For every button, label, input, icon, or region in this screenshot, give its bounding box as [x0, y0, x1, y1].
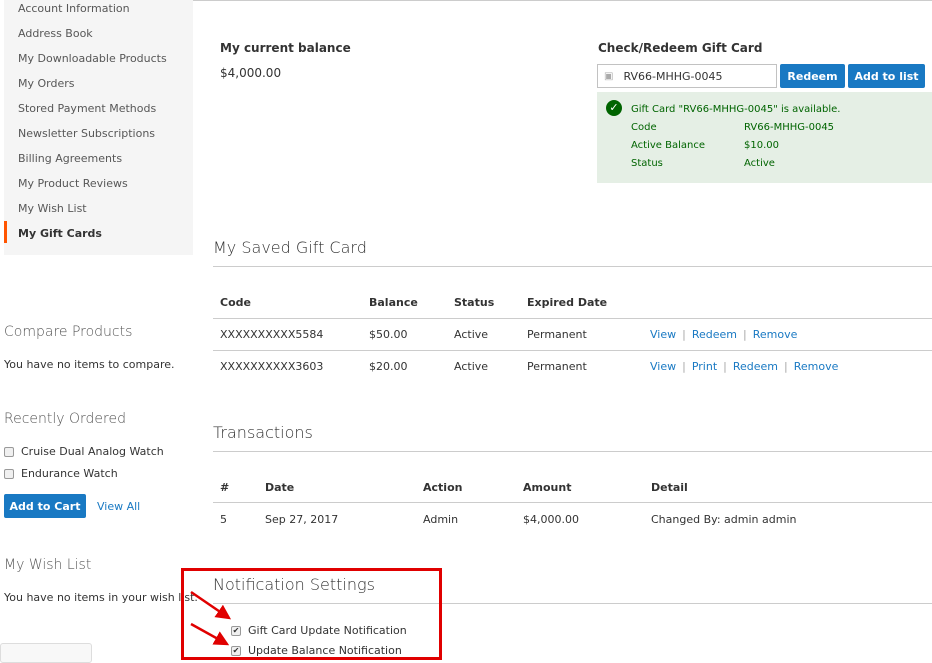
nav-account-information[interactable]: Account Information: [18, 2, 130, 15]
recent-item-label: Endurance Watch: [21, 467, 118, 480]
transactions-title: Transactions: [213, 423, 313, 442]
row-actions: View | Redeem | Remove: [650, 328, 798, 341]
col-header: Code: [220, 296, 251, 309]
col-header: Date: [265, 481, 295, 494]
cell-id: 5: [220, 513, 227, 526]
cell-amount: $4,000.00: [523, 513, 579, 526]
view-all-link[interactable]: View All: [97, 500, 140, 513]
nav-my-orders[interactable]: My Orders: [18, 77, 75, 90]
recent-item: Cruise Dual Analog Watch: [4, 445, 164, 458]
gift-code-input[interactable]: ▣ RV66-MHHG-0045: [597, 64, 777, 88]
nav-billing-agreements[interactable]: Billing Agreements: [18, 152, 122, 165]
cell-expired: Permanent: [527, 328, 587, 341]
nav-downloadable-products[interactable]: My Downloadable Products: [18, 52, 167, 65]
col-header: #: [220, 481, 230, 494]
msg-label: Status: [631, 158, 663, 169]
recently-ordered-title: Recently Ordered: [4, 411, 126, 427]
remove-link[interactable]: Remove: [753, 328, 798, 341]
checkbox[interactable]: [4, 446, 14, 457]
recent-item-label: Cruise Dual Analog Watch: [21, 445, 164, 458]
active-indicator: [4, 221, 7, 243]
nav-wish-list[interactable]: My Wish List: [18, 202, 87, 215]
cell-code: XXXXXXXXXX3603: [220, 360, 324, 373]
redeem-link[interactable]: Redeem: [733, 360, 778, 373]
wishlist-empty: You have no items in your wish list.: [4, 591, 198, 604]
account-nav: Account Information Address Book My Down…: [4, 0, 193, 255]
nav-newsletter[interactable]: Newsletter Subscriptions: [18, 127, 155, 140]
view-link[interactable]: View: [650, 328, 676, 341]
divider: [213, 318, 932, 319]
print-link[interactable]: Print: [692, 360, 717, 373]
col-header: Expired Date: [527, 296, 608, 309]
top-divider: [193, 0, 932, 1]
row-actions: View | Print | Redeem | Remove: [650, 360, 839, 373]
add-to-list-button[interactable]: Add to list: [848, 64, 925, 88]
cell-status: Active: [454, 360, 489, 373]
arrow-icons: [190, 590, 232, 646]
cell-balance: $50.00: [369, 328, 408, 341]
divider: [213, 451, 932, 452]
message-text: Gift Card "RV66-MHHG-0045" is available.: [631, 104, 841, 115]
col-header: Action: [423, 481, 463, 494]
success-message: ✓ Gift Card "RV66-MHHG-0045" is availabl…: [597, 92, 932, 183]
divider: [213, 502, 932, 503]
recent-item: Endurance Watch: [4, 467, 118, 480]
col-header: Detail: [651, 481, 688, 494]
msg-label: Active Balance: [631, 140, 705, 151]
arrow-icon: [190, 622, 230, 646]
nav-product-reviews[interactable]: My Product Reviews: [18, 177, 128, 190]
nav-stored-payment[interactable]: Stored Payment Methods: [18, 102, 156, 115]
add-to-cart-button[interactable]: Add to Cart: [4, 494, 86, 518]
compare-title: Compare Products: [4, 324, 133, 340]
view-link[interactable]: View: [650, 360, 676, 373]
checkbox[interactable]: [4, 468, 14, 479]
col-header: Balance: [369, 296, 418, 309]
cell-date: Sep 27, 2017: [265, 513, 339, 526]
remove-link[interactable]: Remove: [794, 360, 839, 373]
wishlist-title: My Wish List: [4, 557, 92, 573]
check-title: Check/Redeem Gift Card: [598, 41, 763, 55]
saved-title: My Saved Gift Card: [213, 238, 367, 257]
col-header: Amount: [523, 481, 572, 494]
msg-value: $10.00: [744, 140, 779, 151]
nav-address-book[interactable]: Address Book: [18, 27, 93, 40]
cell-expired: Permanent: [527, 360, 587, 373]
bottom-widget: [0, 643, 92, 663]
nav-gift-cards[interactable]: My Gift Cards: [18, 227, 102, 240]
divider: [213, 266, 932, 267]
col-header: Status: [454, 296, 495, 309]
msg-label: Code: [631, 122, 657, 133]
check-circle-icon: ✓: [606, 100, 622, 116]
gift-icon: ▣: [604, 70, 614, 82]
cell-status: Active: [454, 328, 489, 341]
balance-value: $4,000.00: [220, 66, 282, 80]
redeem-link[interactable]: Redeem: [692, 328, 737, 341]
redeem-button[interactable]: Redeem: [780, 64, 845, 88]
gift-code-value: RV66-MHHG-0045: [623, 69, 723, 83]
arrow-icon: [190, 590, 232, 620]
balance-title: My current balance: [220, 41, 351, 55]
cell-balance: $20.00: [369, 360, 408, 373]
divider: [213, 350, 932, 351]
cell-detail: Changed By: admin admin: [651, 513, 797, 526]
cell-action: Admin: [423, 513, 459, 526]
compare-empty: You have no items to compare.: [4, 358, 175, 371]
cell-code: XXXXXXXXXX5584: [220, 328, 324, 341]
msg-value: Active: [744, 158, 775, 169]
msg-value: RV66-MHHG-0045: [744, 122, 835, 133]
